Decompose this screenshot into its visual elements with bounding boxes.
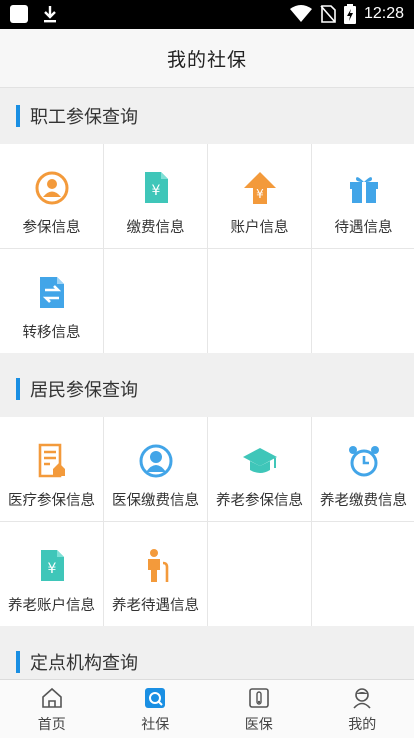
- user-icon: [351, 687, 373, 709]
- section-header-institution: 定点机构查询: [0, 634, 414, 679]
- grid-item-label: 养老待遇信息: [112, 594, 199, 615]
- grid-item-pension-payment-info[interactable]: 养老缴费信息: [312, 417, 414, 521]
- grid-item-payment-info[interactable]: ¥ 缴费信息: [104, 144, 207, 248]
- section-accent-bar: [16, 105, 20, 127]
- section-title: 定点机构查询: [30, 649, 138, 675]
- grid-item-label: 养老缴费信息: [320, 489, 407, 510]
- section-accent-bar: [16, 651, 20, 673]
- section-title: 居民参保查询: [30, 376, 138, 402]
- alarm-clock-icon: [347, 444, 381, 478]
- grid-item-label: 医保缴费信息: [112, 489, 199, 510]
- grid-empty-cell: [208, 249, 311, 353]
- tab-home[interactable]: 首页: [0, 680, 104, 738]
- status-bar: 12:28: [0, 0, 414, 29]
- grid-item-benefit-info[interactable]: 待遇信息: [312, 144, 414, 248]
- person-avatar-icon: [139, 444, 173, 478]
- resident-query-grid: 医疗参保信息 医保缴费信息 养老参保信息: [0, 417, 414, 626]
- grid-item-pension-account-info[interactable]: ¥ 养老账户信息: [0, 522, 103, 626]
- svg-text:¥: ¥: [256, 187, 264, 201]
- grid-item-transfer-info[interactable]: 转移信息: [0, 249, 103, 353]
- section-accent-bar: [16, 378, 20, 400]
- section-header-employee: 职工参保查询: [0, 88, 414, 144]
- wifi-icon: [290, 5, 312, 23]
- svg-text:¥: ¥: [151, 183, 160, 199]
- yuan-document-icon: ¥: [37, 548, 67, 584]
- grid-item-account-info[interactable]: ¥ 账户信息: [208, 144, 311, 248]
- svg-text:¥: ¥: [47, 561, 56, 577]
- grid-item-label: 账户信息: [231, 216, 289, 237]
- grid-item-label: 缴费信息: [127, 216, 185, 237]
- grid-item-label: 养老账户信息: [8, 594, 95, 615]
- tab-label: 首页: [38, 714, 66, 734]
- tab-label: 社保: [141, 714, 169, 734]
- gift-icon: [348, 172, 380, 204]
- grid-item-medical-insured-info[interactable]: 医疗参保信息: [0, 417, 103, 521]
- medical-card-icon: [248, 687, 270, 709]
- yuan-document-icon: ¥: [141, 170, 171, 206]
- status-time: 12:28: [364, 5, 404, 23]
- home-icon: [41, 687, 63, 709]
- grid-empty-cell: [208, 522, 311, 626]
- elderly-person-icon: [141, 548, 171, 584]
- grid-empty-cell: [104, 249, 207, 353]
- medical-form-icon: [36, 443, 68, 479]
- grid-item-label: 转移信息: [23, 321, 81, 342]
- notification-square-icon: [10, 5, 28, 23]
- grid-item-insured-info[interactable]: 参保信息: [0, 144, 103, 248]
- battery-icon: [344, 4, 356, 24]
- app-bar: 我的社保: [0, 29, 414, 88]
- tab-label: 我的: [348, 714, 376, 734]
- graduation-cap-icon: [242, 445, 278, 477]
- tab-social-security[interactable]: 社保: [104, 680, 208, 738]
- no-sim-icon: [320, 5, 336, 23]
- yuan-arrow-up-icon: ¥: [243, 171, 277, 205]
- section-header-resident: 居民参保查询: [0, 361, 414, 417]
- transfer-document-icon: [36, 275, 68, 311]
- section-title: 职工参保查询: [30, 103, 138, 129]
- grid-item-medical-payment-info[interactable]: 医保缴费信息: [104, 417, 207, 521]
- grid-item-pension-benefit-info[interactable]: 养老待遇信息: [104, 522, 207, 626]
- grid-empty-cell: [312, 522, 414, 626]
- content-scroll[interactable]: 职工参保查询 参保信息 ¥ 缴费信息 ¥ 账户信息: [0, 88, 414, 679]
- person-circle-icon: [35, 171, 69, 205]
- employee-query-grid: 参保信息 ¥ 缴费信息 ¥ 账户信息 待遇信息: [0, 144, 414, 353]
- grid-item-label: 医疗参保信息: [8, 489, 95, 510]
- grid-item-label: 待遇信息: [335, 216, 393, 237]
- grid-item-pension-insured-info[interactable]: 养老参保信息: [208, 417, 311, 521]
- tab-mine[interactable]: 我的: [311, 680, 414, 738]
- tab-label: 医保: [245, 714, 273, 734]
- bottom-tab-bar: 首页 社保 医保 我的: [0, 679, 414, 738]
- download-icon: [42, 5, 58, 23]
- tab-medical-insurance[interactable]: 医保: [207, 680, 311, 738]
- page-title: 我的社保: [167, 45, 247, 72]
- grid-empty-cell: [312, 249, 414, 353]
- grid-item-label: 参保信息: [23, 216, 81, 237]
- social-security-icon: [144, 687, 166, 709]
- grid-item-label: 养老参保信息: [216, 489, 303, 510]
